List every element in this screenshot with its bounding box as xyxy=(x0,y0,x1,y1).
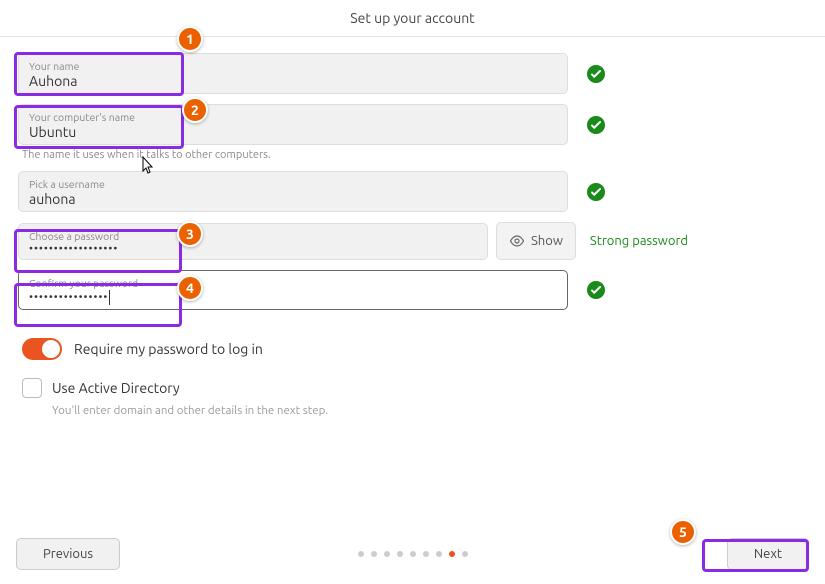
step-dot xyxy=(358,551,364,557)
step-dot xyxy=(423,551,429,557)
active-directory-checkbox[interactable] xyxy=(22,378,42,398)
name-row: Your name Auhona xyxy=(18,53,807,94)
annotation-badge-3: 3 xyxy=(177,221,203,247)
username-value[interactable]: auhona xyxy=(29,191,557,207)
active-directory-helper: You'll enter domain and other details in… xyxy=(52,404,807,417)
username-label: Pick a username xyxy=(29,178,557,190)
annotation-badge-5: 5 xyxy=(670,519,696,545)
username-input[interactable]: Pick a username auhona xyxy=(18,171,568,212)
check-icon xyxy=(586,182,606,202)
computer-input[interactable]: Your computer's name Ubuntu xyxy=(18,104,568,145)
check-icon xyxy=(586,115,606,135)
password-row: Choose a password •••••••••••••••••• Sho… xyxy=(18,222,807,260)
show-label: Show xyxy=(531,234,563,248)
page-title: Set up your account xyxy=(0,0,825,37)
username-row: Pick a username auhona xyxy=(18,171,807,212)
computer-helper: The name it uses when it talks to other … xyxy=(22,149,807,161)
check-icon xyxy=(586,280,606,300)
active-directory-row: Use Active Directory xyxy=(22,378,807,398)
password-value[interactable]: •••••••••••••••••• xyxy=(29,243,477,255)
confirm-value[interactable]: •••••••••••••••• xyxy=(29,290,557,305)
computer-label: Your computer's name xyxy=(29,111,557,123)
check-icon xyxy=(586,64,606,84)
confirm-row: Confirm your password •••••••••••••••• xyxy=(18,270,807,310)
show-password-button[interactable]: Show xyxy=(496,222,576,260)
annotation-badge-2: 2 xyxy=(182,97,208,123)
step-dot xyxy=(384,551,390,557)
name-label: Your name xyxy=(29,60,557,72)
footer: Previous Next xyxy=(0,538,825,570)
step-dot xyxy=(436,551,442,557)
password-strength: Strong password xyxy=(590,234,688,248)
require-password-label: Require my password to log in xyxy=(74,341,263,357)
step-dot xyxy=(397,551,403,557)
computer-row: Your computer's name Ubuntu xyxy=(18,104,807,145)
step-dot xyxy=(410,551,416,557)
name-value[interactable]: Auhona xyxy=(29,73,557,89)
step-dot xyxy=(462,551,468,557)
step-dot-active xyxy=(449,551,455,557)
annotation-badge-1: 1 xyxy=(177,26,203,52)
next-button[interactable]: Next xyxy=(727,538,809,570)
confirm-label: Confirm your password xyxy=(29,277,557,289)
step-indicator xyxy=(358,551,468,557)
confirm-input[interactable]: Confirm your password •••••••••••••••• xyxy=(18,270,568,310)
password-input[interactable]: Choose a password •••••••••••••••••• xyxy=(18,223,488,260)
require-password-toggle-row: Require my password to log in xyxy=(22,338,807,360)
name-input[interactable]: Your name Auhona xyxy=(18,53,568,94)
eye-icon xyxy=(509,233,525,249)
password-label: Choose a password xyxy=(29,230,477,242)
annotation-badge-4: 4 xyxy=(177,275,203,301)
previous-button[interactable]: Previous xyxy=(16,538,120,570)
require-password-switch[interactable] xyxy=(22,338,62,360)
step-dot xyxy=(371,551,377,557)
computer-value[interactable]: Ubuntu xyxy=(29,124,557,140)
active-directory-label: Use Active Directory xyxy=(52,380,180,396)
